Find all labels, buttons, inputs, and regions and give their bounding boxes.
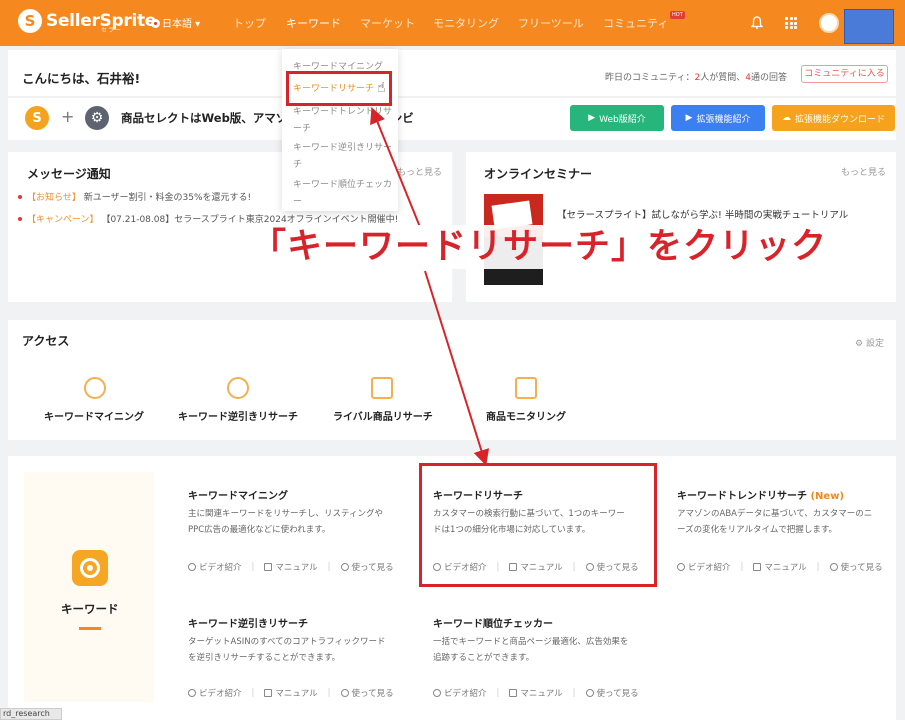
annotation-arrows bbox=[370, 107, 490, 466]
instruction-annotation: 「キーワードリサーチ」をクリック bbox=[245, 225, 834, 269]
status-bar-url: rd_research bbox=[0, 708, 62, 720]
arrow-to-tool-card bbox=[424, 270, 490, 466]
arrow-to-dropdown bbox=[370, 107, 421, 228]
